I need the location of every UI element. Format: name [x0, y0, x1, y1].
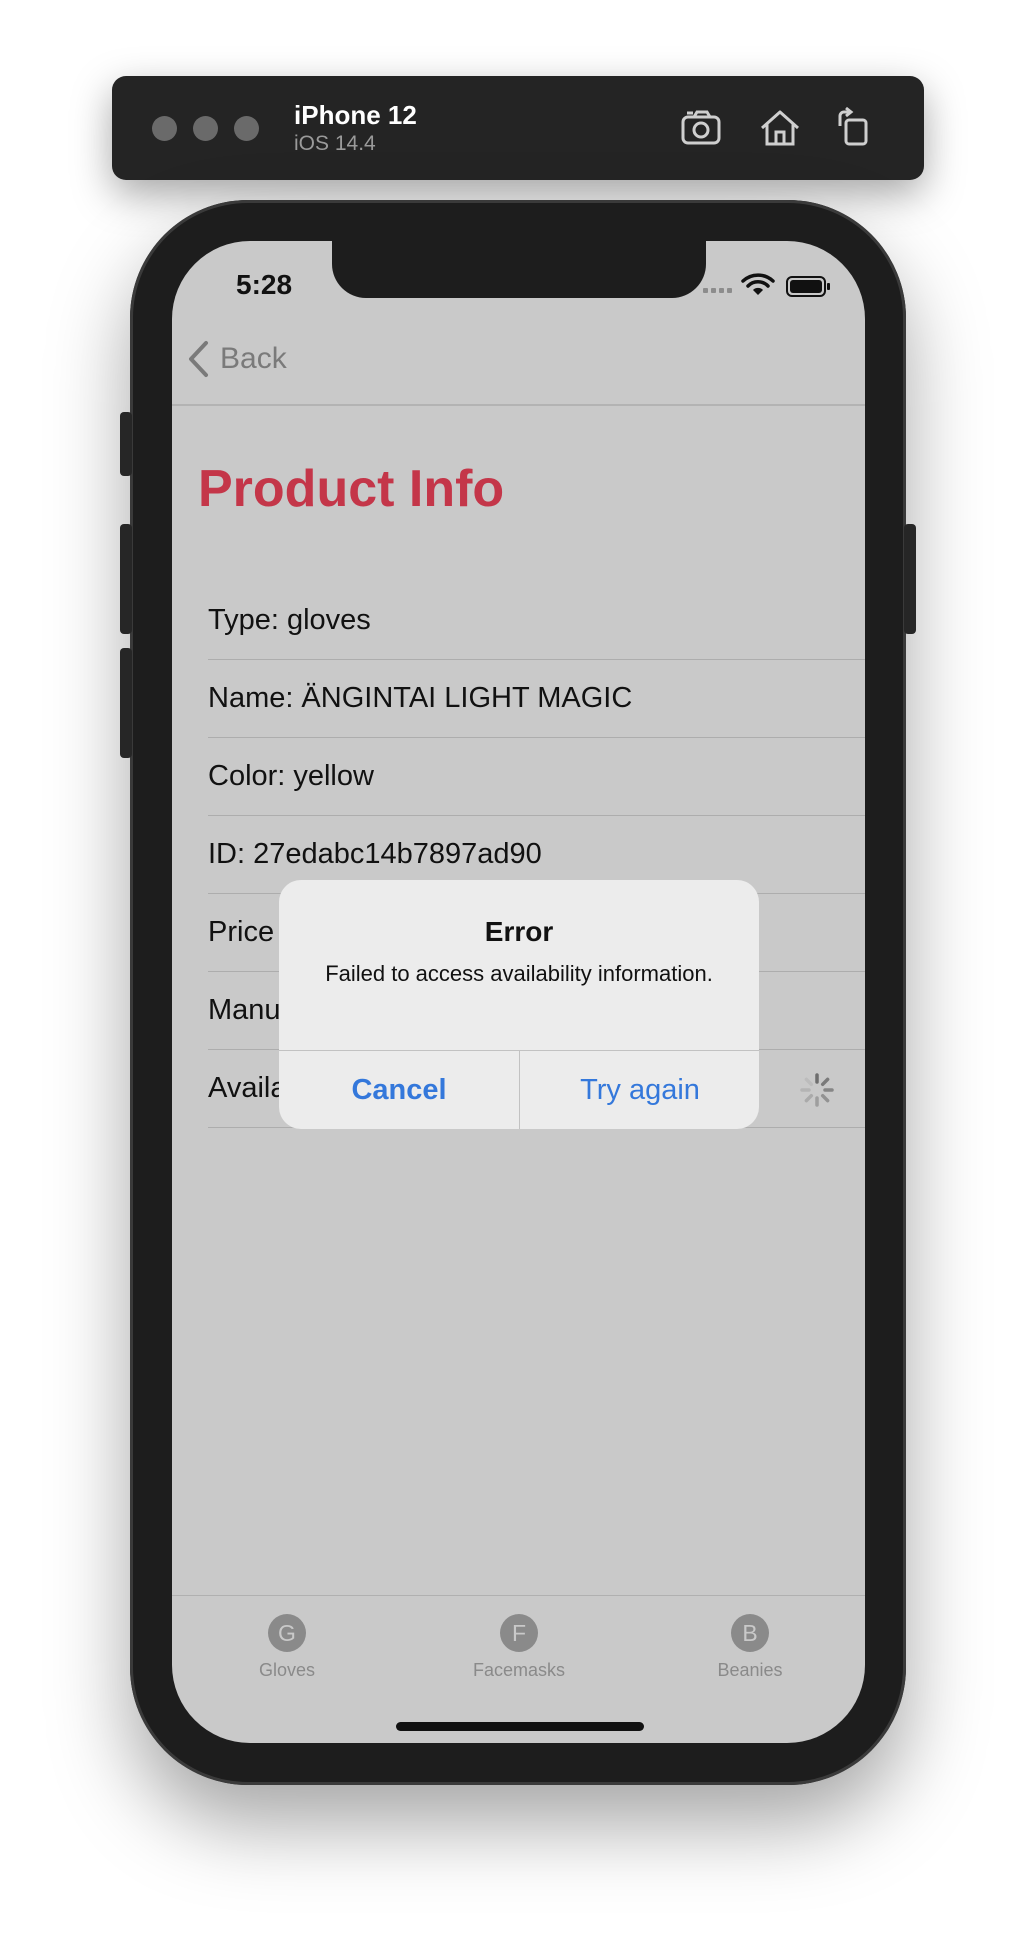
row-label: Manu	[208, 994, 281, 1026]
status-icons	[703, 273, 830, 297]
navigation-bar: Back	[172, 311, 865, 406]
simulator-toolbar: iPhone 12 iOS 14.4	[112, 76, 924, 180]
device-screen: 5:28 Back Product Info Type: gloves Name…	[172, 241, 865, 1743]
row-label: Color:	[208, 760, 286, 792]
alert-message: Failed to access availability informatio…	[325, 961, 713, 986]
battery-icon	[786, 276, 830, 297]
cellular-signal-icon	[703, 288, 732, 293]
back-button[interactable]: Back	[186, 337, 287, 381]
volume-down-button	[120, 648, 132, 758]
alert-title: Error	[484, 916, 554, 947]
cancel-button[interactable]: Cancel	[279, 1051, 519, 1129]
try-again-button[interactable]: Try again	[520, 1051, 759, 1129]
tab-beanies[interactable]: B Beanies	[675, 1614, 825, 1681]
gloves-tab-icon: G	[268, 1614, 306, 1652]
power-button	[904, 524, 916, 634]
camera-icon[interactable]	[678, 104, 726, 152]
row-value: 27edabc14b7897ad90	[253, 838, 542, 870]
row-label: Price	[208, 916, 275, 948]
row-label: ID:	[208, 838, 246, 870]
tab-facemasks[interactable]: F Facemasks	[444, 1614, 594, 1681]
status-time: 5:28	[236, 269, 293, 300]
device-name: iPhone 12	[294, 100, 417, 130]
list-item-type: Type: gloves	[208, 582, 865, 660]
minimize-window-button[interactable]	[193, 116, 218, 141]
facemasks-tab-icon: F	[500, 1614, 538, 1652]
beanies-tab-icon: B	[731, 1614, 769, 1652]
notch	[332, 241, 706, 298]
chevron-left-icon	[189, 341, 208, 377]
os-version: iOS 14.4	[294, 132, 376, 155]
row-label: Name:	[208, 682, 294, 714]
list-item-color: Color: yellow	[208, 738, 865, 816]
rotate-icon[interactable]	[830, 104, 878, 152]
error-alert-dialog: Error Failed to access availability info…	[279, 880, 759, 1129]
tab-label: Beanies	[717, 1660, 783, 1680]
home-icon[interactable]	[756, 104, 804, 152]
volume-up-button	[120, 524, 132, 634]
close-window-button[interactable]	[152, 116, 177, 141]
wifi-icon	[741, 273, 775, 295]
page-title: Product Info	[198, 460, 505, 518]
tab-label: Gloves	[258, 1660, 316, 1680]
row-label: Availa	[208, 1072, 287, 1104]
tab-gloves[interactable]: G Gloves	[212, 1614, 362, 1681]
row-label: Type:	[208, 604, 279, 636]
zoom-window-button[interactable]	[234, 116, 259, 141]
tab-label: Facemasks	[472, 1660, 566, 1680]
loading-spinner-icon	[800, 1073, 834, 1107]
page: iPhone 12 iOS 14.4 5:28 Back Product Inf…	[0, 0, 1036, 1934]
row-value: gloves	[286, 604, 371, 636]
back-label: Back	[220, 342, 287, 375]
tab-bar: G Gloves F Facemasks B Beanies	[172, 1595, 865, 1743]
row-value: ÄNGINTAI LIGHT MAGIC	[301, 682, 633, 714]
list-item-name: Name: ÄNGINTAI LIGHT MAGIC	[208, 660, 865, 738]
row-value: yellow	[293, 760, 374, 792]
home-indicator[interactable]	[396, 1722, 644, 1731]
silent-switch	[120, 412, 132, 476]
